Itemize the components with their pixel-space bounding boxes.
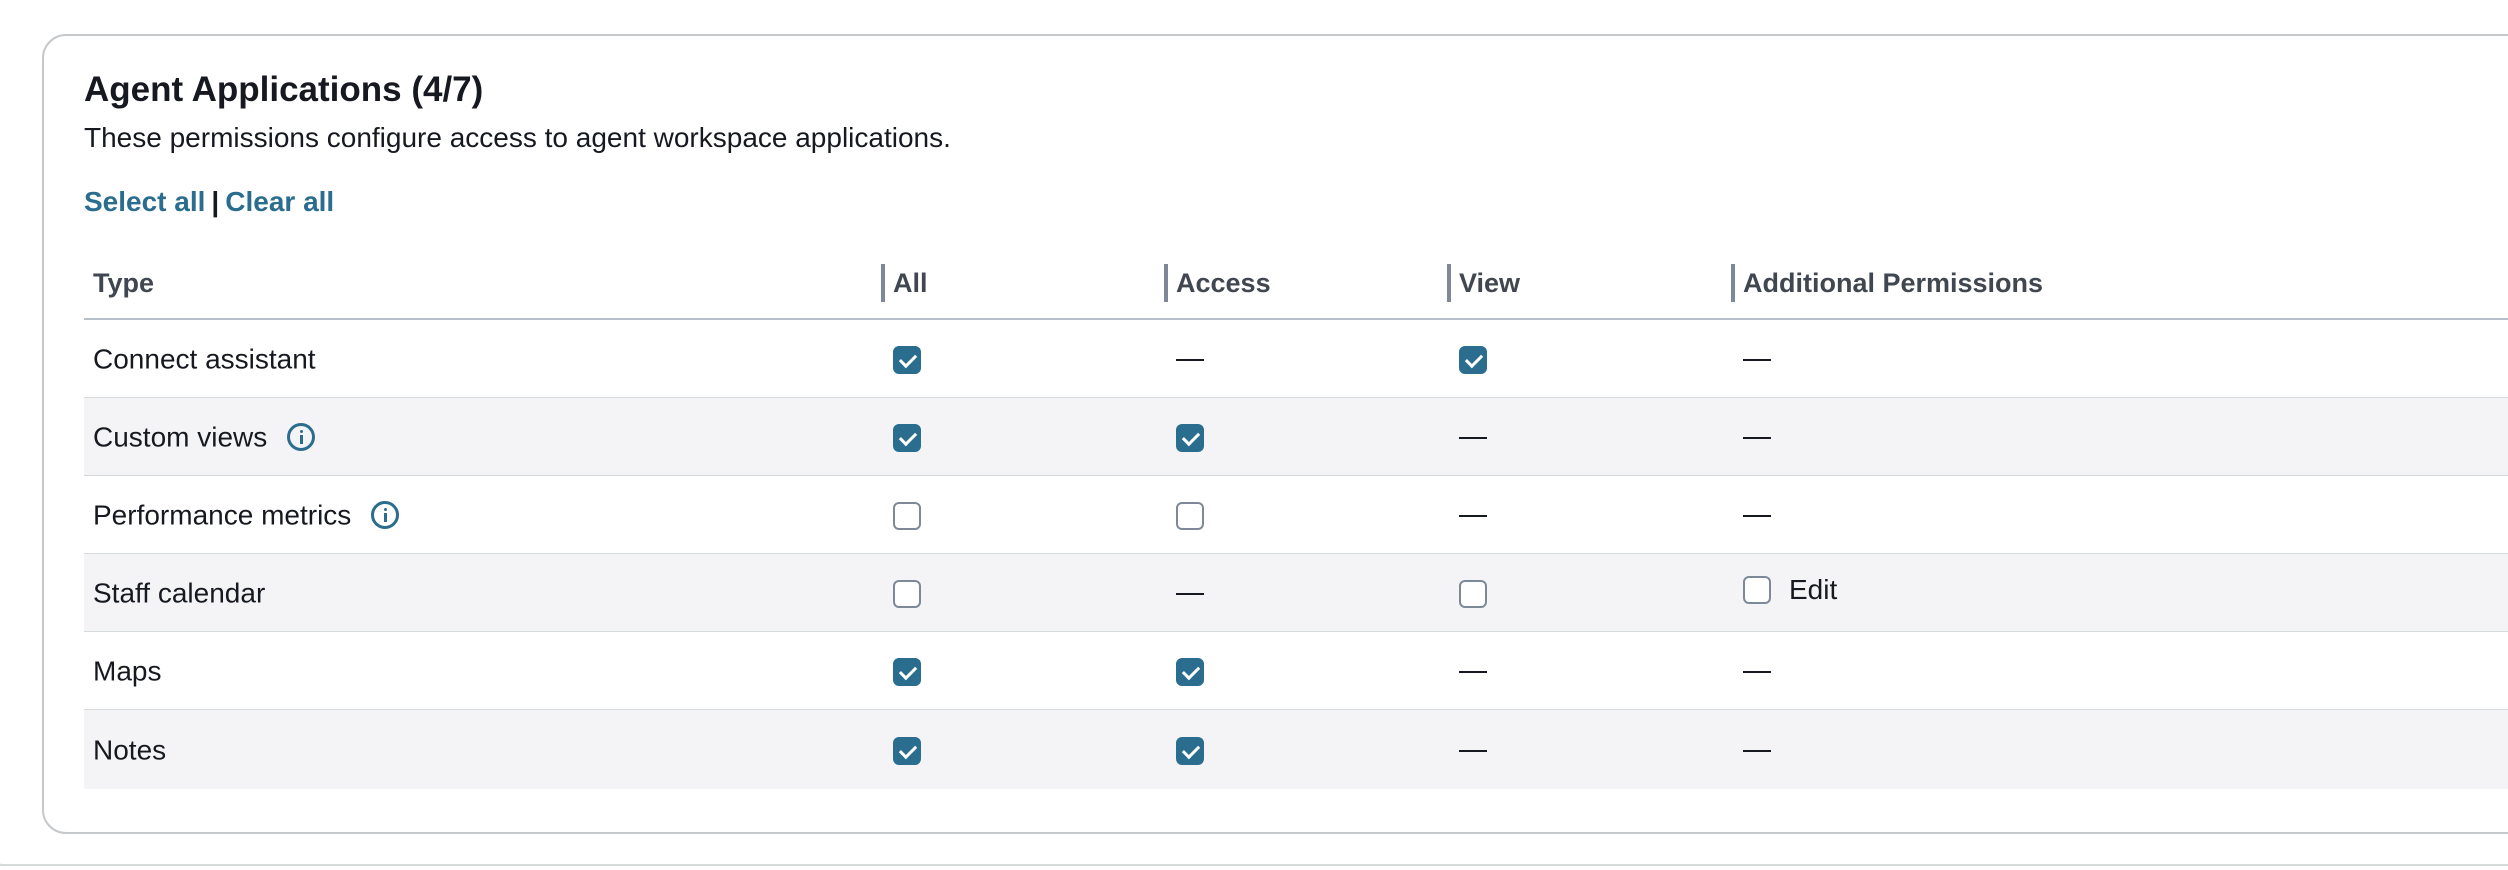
cell-access bbox=[1167, 397, 1450, 476]
cell-additional-permissions bbox=[1734, 319, 2508, 398]
cell-all bbox=[884, 397, 1167, 476]
not-applicable-dash bbox=[1459, 670, 1487, 674]
cell-view bbox=[1450, 709, 1734, 789]
access-checkbox-notes[interactable] bbox=[1176, 737, 1204, 766]
view-checkbox-connect-assistant[interactable] bbox=[1459, 346, 1487, 375]
clear-all-link[interactable]: Clear all bbox=[225, 186, 334, 217]
cell-additional-permissions: Edit bbox=[1734, 553, 2508, 632]
not-applicable-dash bbox=[1459, 436, 1487, 440]
all-checkbox-performance-metrics[interactable] bbox=[893, 502, 921, 531]
not-applicable-dash bbox=[1743, 358, 1771, 362]
not-applicable-dash bbox=[1743, 670, 1771, 674]
column-header-all: All bbox=[881, 248, 1167, 320]
cell-view bbox=[1450, 475, 1734, 554]
cell-all bbox=[884, 475, 1167, 554]
table-header-row: Type All Access View Additional Permissi… bbox=[84, 248, 2508, 320]
cell-all bbox=[884, 553, 1167, 632]
row-label-maps: Maps bbox=[93, 655, 162, 687]
section-description: These permissions configure access to ag… bbox=[84, 122, 951, 153]
cell-access bbox=[1167, 475, 1450, 554]
not-applicable-dash bbox=[1743, 749, 1771, 753]
column-header-label: All bbox=[893, 267, 928, 298]
column-header-additional-permissions: Additional Permissions bbox=[1731, 248, 2508, 320]
cell-additional-permissions bbox=[1734, 397, 2508, 476]
row-label-custom-views: Custom views bbox=[93, 421, 268, 453]
permissions-table: Type All Access View Additional Permissi… bbox=[84, 248, 2508, 789]
additional-permission-option[interactable]: Edit bbox=[1743, 574, 1837, 606]
table-row: Maps bbox=[84, 631, 2508, 710]
all-checkbox-custom-views[interactable] bbox=[893, 424, 921, 453]
table-row: Connect assistant bbox=[84, 319, 2508, 398]
column-header-label: View bbox=[1459, 267, 1521, 298]
all-checkbox-connect-assistant[interactable] bbox=[893, 346, 921, 375]
cell-type: Staff calendar bbox=[84, 553, 884, 632]
access-checkbox-maps[interactable] bbox=[1176, 658, 1204, 687]
all-checkbox-notes[interactable] bbox=[893, 737, 921, 766]
column-divider[interactable] bbox=[1731, 264, 1735, 302]
cell-additional-permissions bbox=[1734, 631, 2508, 710]
access-checkbox-custom-views[interactable] bbox=[1176, 424, 1204, 453]
row-label-staff-calendar: Staff calendar bbox=[93, 577, 266, 609]
bulk-actions: Select all | Clear all bbox=[84, 186, 334, 218]
cell-access bbox=[1167, 553, 1450, 632]
column-header-label: Access bbox=[1176, 267, 1271, 298]
row-label-connect-assistant: Connect assistant bbox=[93, 343, 316, 375]
table-row: Notes bbox=[84, 709, 2508, 789]
cell-type: Maps bbox=[84, 631, 884, 710]
column-divider[interactable] bbox=[1447, 264, 1451, 302]
cell-all bbox=[884, 631, 1167, 710]
all-checkbox-staff-calendar[interactable] bbox=[893, 580, 921, 609]
cell-view bbox=[1450, 631, 1734, 710]
cell-access bbox=[1167, 709, 1450, 789]
column-header-access: Access bbox=[1164, 248, 1450, 320]
additional-permission-label: Edit bbox=[1789, 574, 1838, 605]
column-header-view: View bbox=[1447, 248, 1734, 320]
cell-view bbox=[1450, 553, 1734, 632]
cell-access bbox=[1167, 631, 1450, 710]
cell-additional-permissions bbox=[1734, 475, 2508, 554]
select-all-link[interactable]: Select all bbox=[84, 186, 205, 217]
not-applicable-dash bbox=[1743, 514, 1771, 518]
not-applicable-dash bbox=[1459, 749, 1487, 753]
cell-type: Notes bbox=[84, 709, 884, 789]
not-applicable-dash bbox=[1176, 358, 1204, 362]
cell-type: Performance metrics bbox=[84, 475, 884, 554]
column-divider[interactable] bbox=[1164, 264, 1168, 302]
info-icon[interactable] bbox=[371, 501, 400, 530]
not-applicable-dash bbox=[1459, 514, 1487, 518]
not-applicable-dash bbox=[1176, 592, 1204, 596]
section-title: Agent Applications (4/7) bbox=[84, 70, 484, 109]
column-divider[interactable] bbox=[881, 264, 885, 302]
all-checkbox-maps[interactable] bbox=[893, 658, 921, 687]
table-row: Custom views bbox=[84, 397, 2508, 476]
view-checkbox-staff-calendar[interactable] bbox=[1459, 580, 1487, 609]
cell-view bbox=[1450, 397, 1734, 476]
row-label-notes: Notes bbox=[93, 734, 167, 766]
table-row: Performance metrics bbox=[84, 475, 2508, 554]
cell-all bbox=[884, 319, 1167, 398]
cell-additional-permissions bbox=[1734, 709, 2508, 789]
cell-all bbox=[884, 709, 1167, 789]
info-icon[interactable] bbox=[287, 423, 316, 452]
not-applicable-dash bbox=[1743, 436, 1771, 440]
column-header-type: Type bbox=[84, 248, 884, 320]
cell-type: Connect assistant bbox=[84, 319, 884, 398]
cell-view bbox=[1450, 319, 1734, 398]
access-checkbox-performance-metrics[interactable] bbox=[1176, 502, 1204, 531]
link-separator: | bbox=[211, 186, 220, 217]
cell-type: Custom views bbox=[84, 397, 884, 476]
table-row: Staff calendar Edit bbox=[84, 553, 2508, 632]
row-label-performance-metrics: Performance metrics bbox=[93, 499, 352, 531]
column-header-label: Additional Permissions bbox=[1743, 267, 2044, 298]
edit-checkbox-staff-calendar[interactable] bbox=[1743, 576, 1771, 604]
cell-access bbox=[1167, 319, 1450, 398]
